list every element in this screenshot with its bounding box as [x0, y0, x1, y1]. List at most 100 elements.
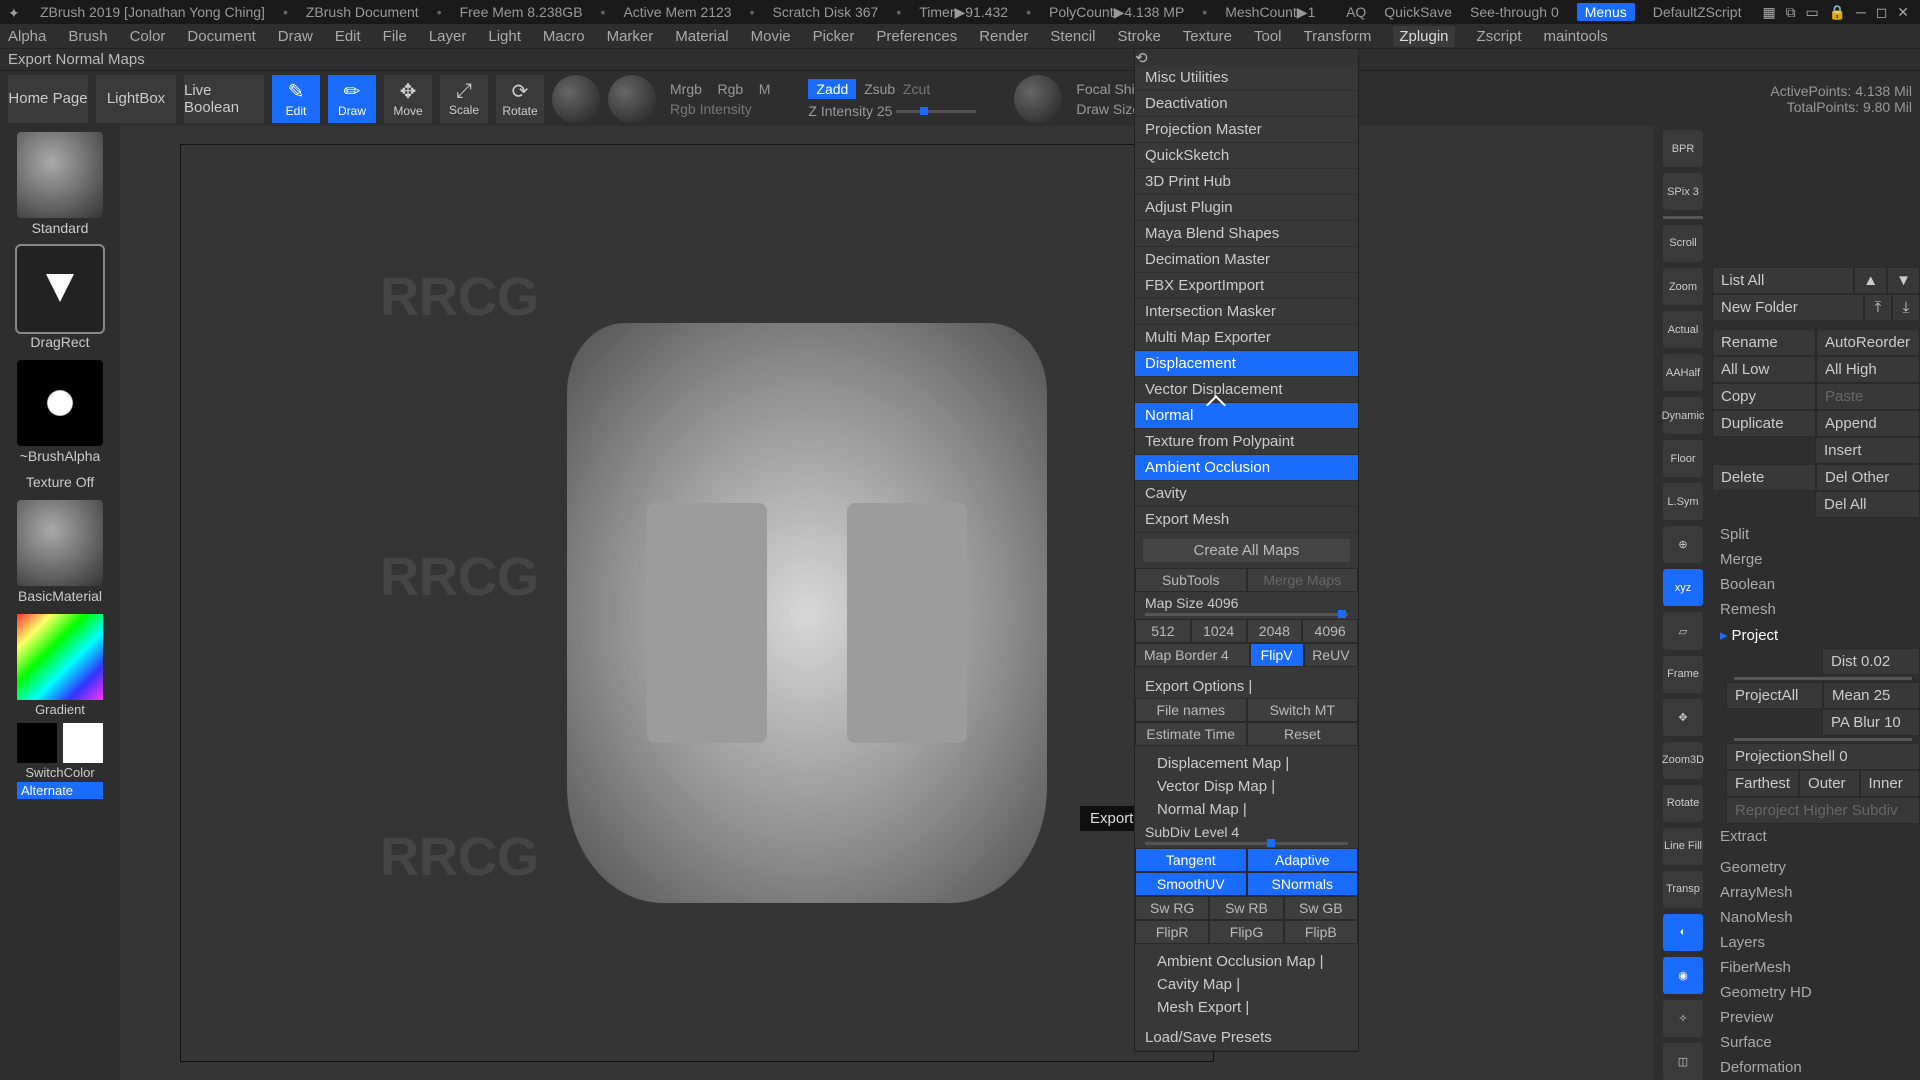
- extract-section[interactable]: Extract: [1712, 824, 1920, 849]
- farthest-button[interactable]: Farthest: [1726, 770, 1799, 797]
- sw-gb[interactable]: Sw GB: [1284, 896, 1358, 920]
- reproject-button[interactable]: Reproject Higher Subdiv: [1726, 797, 1920, 824]
- misc-button-2[interactable]: ◫: [1663, 1043, 1703, 1080]
- layer-icon[interactable]: ⧉: [1786, 4, 1796, 20]
- list-all-button[interactable]: List All: [1712, 267, 1854, 294]
- inner-button[interactable]: Inner: [1860, 770, 1920, 797]
- menu-tool[interactable]: Tool: [1254, 28, 1282, 45]
- menu-zplugin[interactable]: Zplugin: [1393, 26, 1454, 47]
- estimate-time[interactable]: Estimate Time: [1135, 722, 1247, 746]
- menu-file[interactable]: File: [383, 28, 407, 45]
- panel-grip[interactable]: ⟲: [1135, 49, 1358, 65]
- sw-rg[interactable]: Sw RG: [1135, 896, 1209, 920]
- multi-map-exporter[interactable]: Multi Map Exporter: [1135, 325, 1358, 351]
- map-border[interactable]: Map Border 4: [1135, 643, 1250, 667]
- menu-macro[interactable]: Macro: [543, 28, 585, 45]
- menu-material[interactable]: Material: [675, 28, 728, 45]
- remesh-section[interactable]: Remesh: [1712, 597, 1920, 622]
- flip-r[interactable]: FlipR: [1135, 920, 1209, 944]
- brush-thumbnail[interactable]: [17, 132, 103, 218]
- nanomesh-section[interactable]: NanoMesh: [1712, 905, 1920, 930]
- frame-button[interactable]: Frame: [1663, 656, 1703, 693]
- lock-icon[interactable]: 🔒: [1829, 4, 1846, 20]
- rgb-intensity[interactable]: Rgb Intensity: [670, 101, 752, 117]
- intersection-masker[interactable]: Intersection Masker: [1135, 299, 1358, 325]
- page-icon[interactable]: ▭: [1805, 4, 1818, 20]
- scale-mode-button[interactable]: ⤢Scale: [440, 75, 488, 123]
- deformation-section[interactable]: Deformation: [1712, 1055, 1920, 1080]
- size-1024[interactable]: 1024: [1191, 619, 1247, 643]
- menu-layer[interactable]: Layer: [429, 28, 467, 45]
- rotate-mode-button[interactable]: ⟳Rotate: [496, 75, 544, 123]
- mrgb-toggle[interactable]: Mrgb: [670, 81, 702, 97]
- spix-button[interactable]: SPix 3: [1663, 173, 1703, 210]
- z-intensity[interactable]: Z Intensity 25: [808, 103, 892, 119]
- tangent-toggle[interactable]: Tangent: [1135, 848, 1247, 872]
- transp-button[interactable]: Transp: [1663, 871, 1703, 908]
- misc-utilities[interactable]: Misc Utilities: [1135, 65, 1358, 91]
- scroll-button[interactable]: Scroll: [1663, 225, 1703, 262]
- maya-blend-shapes[interactable]: Maya Blend Shapes: [1135, 221, 1358, 247]
- projection-master[interactable]: Projection Master: [1135, 117, 1358, 143]
- z-intensity-slider[interactable]: [896, 110, 976, 113]
- fbx-exportimport[interactable]: FBX ExportImport: [1135, 273, 1358, 299]
- alpha-thumbnail[interactable]: [17, 360, 103, 446]
- displacement-toggle[interactable]: Displacement: [1135, 351, 1358, 377]
- merge-section[interactable]: Merge: [1712, 547, 1920, 572]
- flip-b[interactable]: FlipB: [1284, 920, 1358, 944]
- texture-polypaint-toggle[interactable]: Texture from Polypaint: [1135, 429, 1358, 455]
- move-down-icon[interactable]: ⤓: [1892, 294, 1920, 321]
- ao-map-section[interactable]: Ambient Occlusion Map |: [1135, 950, 1358, 973]
- normal-toggle[interactable]: Normal: [1135, 403, 1358, 429]
- switch-mt[interactable]: Switch MT: [1247, 698, 1359, 722]
- ghost-button[interactable]: ◉: [1663, 957, 1703, 994]
- displacement-map-section[interactable]: Displacement Map |: [1135, 752, 1358, 775]
- vector-disp-section[interactable]: Vector Disp Map |: [1135, 775, 1358, 798]
- menu-light[interactable]: Light: [488, 28, 521, 45]
- lightbox-button[interactable]: LightBox: [96, 75, 176, 123]
- floor-button[interactable]: Floor: [1663, 440, 1703, 477]
- solo-button[interactable]: ◐: [1663, 914, 1703, 951]
- menu-color[interactable]: Color: [130, 28, 166, 45]
- outer-button[interactable]: Outer: [1799, 770, 1859, 797]
- rotate3d-button[interactable]: Rotate: [1663, 785, 1703, 822]
- delete-button[interactable]: Delete: [1712, 464, 1816, 491]
- menu-zscript[interactable]: Zscript: [1477, 28, 1522, 45]
- subdiv-level[interactable]: SubDiv Level 4: [1135, 821, 1358, 848]
- actual-button[interactable]: Actual: [1663, 311, 1703, 348]
- minimize-icon[interactable]: ─: [1856, 4, 1866, 20]
- dynamic-button[interactable]: Dynamic: [1663, 397, 1703, 434]
- menus-button[interactable]: Menus: [1577, 3, 1635, 21]
- menu-draw[interactable]: Draw: [278, 28, 313, 45]
- menu-movie[interactable]: Movie: [751, 28, 791, 45]
- maximize-icon[interactable]: ◻: [1876, 4, 1888, 20]
- paste-button[interactable]: Paste: [1816, 383, 1920, 410]
- draw-mode-button[interactable]: ✏Draw: [328, 75, 376, 123]
- menu-picker[interactable]: Picker: [813, 28, 855, 45]
- zadd-toggle[interactable]: Zadd: [808, 79, 856, 99]
- subtools-label[interactable]: SubTools: [1135, 568, 1247, 592]
- projshell-field[interactable]: ProjectionShell 0: [1726, 743, 1920, 770]
- edit-mode-button[interactable]: ✎Edit: [272, 75, 320, 123]
- pablur-slider[interactable]: [1734, 738, 1912, 741]
- split-section[interactable]: Split: [1712, 522, 1920, 547]
- preview-section[interactable]: Preview: [1712, 1005, 1920, 1030]
- zoom3d-button[interactable]: Zoom3D: [1663, 742, 1703, 779]
- export-mesh-toggle[interactable]: Export Mesh: [1135, 507, 1358, 533]
- menu-stroke[interactable]: Stroke: [1117, 28, 1160, 45]
- quicksketch[interactable]: QuickSketch: [1135, 143, 1358, 169]
- reset-button[interactable]: Reset: [1247, 722, 1359, 746]
- menu-marker[interactable]: Marker: [607, 28, 654, 45]
- surface-section[interactable]: Surface: [1712, 1030, 1920, 1055]
- see-through[interactable]: See-through 0: [1470, 4, 1559, 20]
- stroke-thumbnail[interactable]: [17, 246, 103, 332]
- sw-rb[interactable]: Sw RB: [1209, 896, 1283, 920]
- delall-button[interactable]: Del All: [1815, 491, 1920, 518]
- projectall-button[interactable]: ProjectAll: [1726, 682, 1823, 709]
- swatch-black[interactable]: [17, 723, 57, 763]
- down-arrow-icon[interactable]: ▼: [1887, 267, 1920, 294]
- menu-transform[interactable]: Transform: [1304, 28, 1372, 45]
- 3d-print-hub[interactable]: 3D Print Hub: [1135, 169, 1358, 195]
- zcut-toggle[interactable]: Zcut: [903, 81, 930, 97]
- color-picker[interactable]: [17, 614, 103, 700]
